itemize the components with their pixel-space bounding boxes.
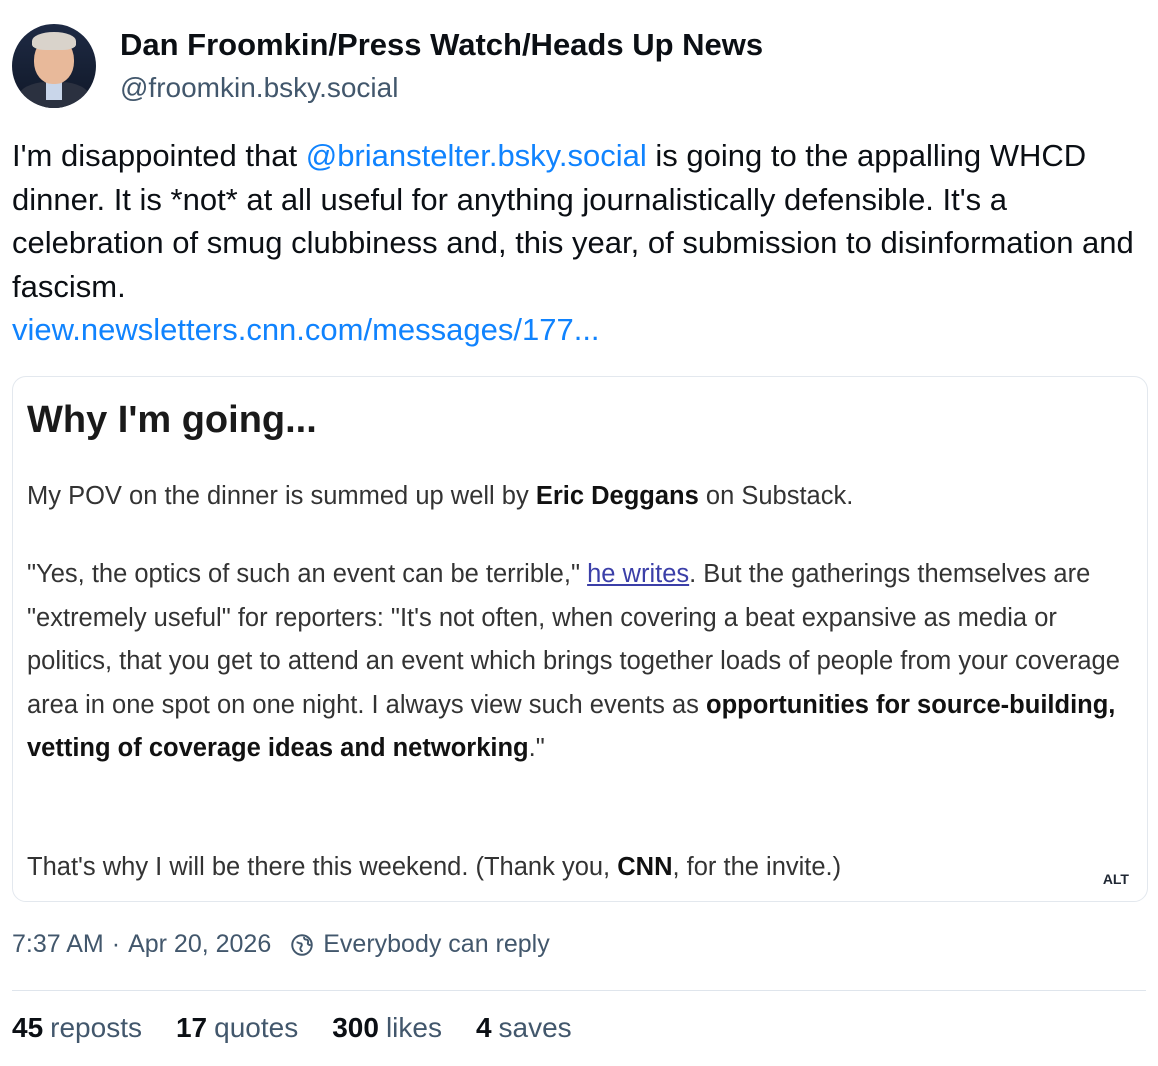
image-text: That's why I will be there this weekend.… [27, 853, 618, 881]
avatar-hair [32, 32, 76, 50]
post-text: I'm disappointed that @brianstelter.bsky… [12, 134, 1152, 352]
stat-count: 300 [332, 1012, 379, 1043]
stat-label: saves [498, 1012, 572, 1043]
post-header: Dan Froomkin/Press Watch/Heads Up News @… [12, 24, 763, 108]
post-text-part: I'm disappointed that [12, 138, 306, 173]
avatar[interactable] [12, 24, 96, 108]
image-text: on Substack. [698, 482, 854, 510]
image-text: "Yes, the optics of such an event can be… [27, 560, 588, 588]
meta-separator: · [111, 930, 121, 958]
image-paragraph-2: "Yes, the optics of such an event can be… [27, 553, 1127, 771]
divider [12, 990, 1146, 991]
author-names: Dan Froomkin/Press Watch/Heads Up News @… [120, 26, 763, 106]
stat-label: likes [385, 1012, 442, 1043]
stat-label: reposts [50, 1012, 142, 1043]
post-time[interactable]: 7:37 AM [12, 930, 104, 959]
post-thread-item: Dan Froomkin/Press Watch/Heads Up News @… [0, 0, 1158, 1066]
author-handle[interactable]: @froomkin.bsky.social [120, 70, 763, 106]
globe-icon [289, 932, 315, 958]
image-paragraph-1: My POV on the dinner is summed up well b… [27, 475, 1127, 519]
image-paragraph-3: That's why I will be there this weekend.… [27, 846, 1127, 890]
stat-count: 17 [175, 1012, 208, 1043]
post-meta: 7:37 AM · Apr 20, 2026 Everybody can rep… [12, 930, 550, 959]
avatar-collar [46, 82, 62, 100]
reposts-stat[interactable]: 45 reposts [12, 1012, 142, 1044]
saves-stat[interactable]: 4 saves [476, 1012, 572, 1044]
image-bold-text: Eric Deggans [535, 482, 699, 510]
embedded-image[interactable]: Why I'm going... My POV on the dinner is… [12, 376, 1148, 902]
likes-stat[interactable]: 300 likes [332, 1012, 442, 1044]
stat-count: 4 [475, 1012, 492, 1043]
image-text: ." [528, 734, 545, 762]
author-display-name[interactable]: Dan Froomkin/Press Watch/Heads Up News [120, 26, 763, 64]
post-date[interactable]: Apr 20, 2026 [128, 930, 271, 959]
image-text: , for the invite.) [672, 853, 842, 881]
mention-link[interactable]: @brianstelter.bsky.social [306, 138, 647, 173]
image-underlined-link: he writes [587, 560, 690, 588]
quotes-stat[interactable]: 17 quotes [176, 1012, 298, 1044]
image-bold-text: CNN [617, 853, 673, 881]
external-link[interactable]: view.newsletters.cnn.com/messages/177... [12, 312, 600, 347]
image-text: My POV on the dinner is summed up well b… [27, 482, 536, 510]
image-heading: Why I'm going... [27, 399, 317, 441]
stat-label: quotes [214, 1012, 299, 1043]
post-stats: 45 reposts 17 quotes 300 likes 4 saves [12, 1012, 606, 1044]
alt-text-button[interactable]: ALT [1098, 869, 1133, 889]
reply-setting: Everybody can reply [323, 930, 550, 958]
stat-count: 45 [12, 1012, 44, 1043]
